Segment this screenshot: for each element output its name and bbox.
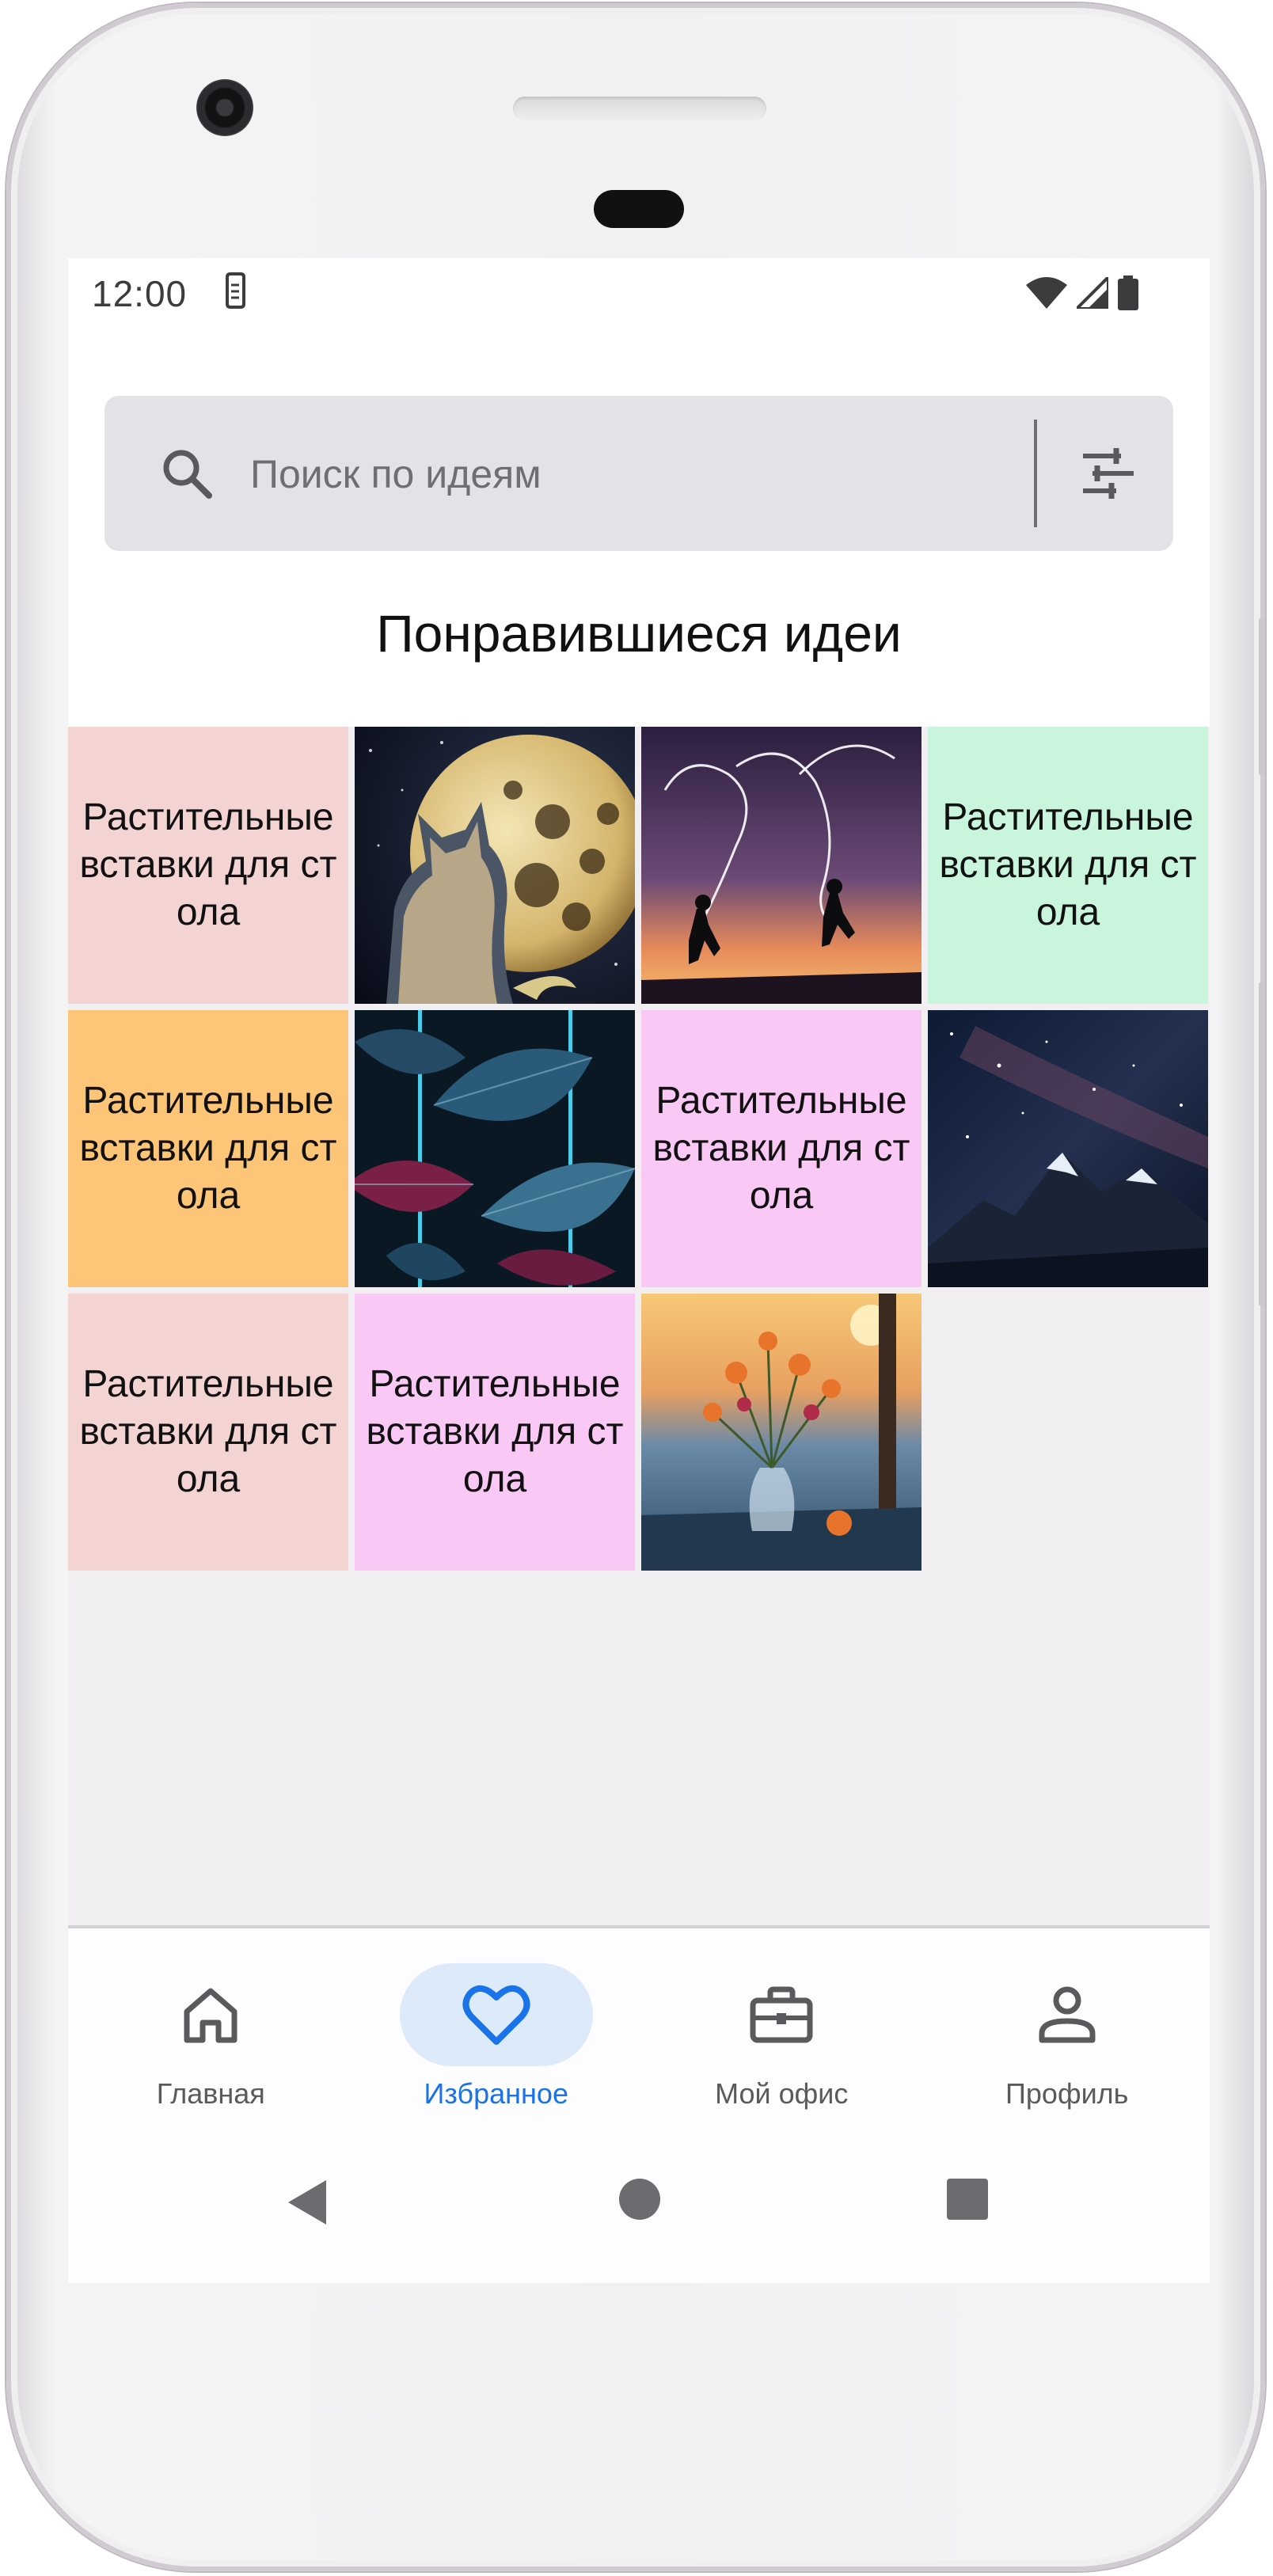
idea-tile-label: Растительные вставки для стола bbox=[79, 1363, 337, 1500]
phone-frame: 12:00 Поиск по идеям Понравившиеся идеи … bbox=[6, 3, 1265, 2571]
idea-tile-image-cat-moon[interactable] bbox=[355, 727, 635, 1004]
nav-item-favorites[interactable]: Избранное bbox=[354, 1928, 640, 2134]
nav-pill-home[interactable] bbox=[114, 1963, 307, 2066]
recents-square-icon[interactable] bbox=[945, 2177, 990, 2221]
idea-tile-text[interactable]: Растительные вставки для стола bbox=[68, 1010, 348, 1287]
idea-tile-image-mountains[interactable] bbox=[928, 1010, 1208, 1287]
couple-heart-image bbox=[641, 727, 922, 1004]
idea-tile-label: Растительные вставки для стола bbox=[366, 1363, 624, 1500]
screen: 12:00 Поиск по идеям Понравившиеся идеи … bbox=[68, 258, 1210, 2283]
favorites-grid: Растительные вставки для стола Раститель… bbox=[68, 727, 1208, 1571]
idea-tile-label: Растительные вставки для стола bbox=[939, 796, 1197, 933]
nav-label-profile: Профиль bbox=[1005, 2077, 1129, 2110]
briefcase-icon bbox=[750, 1986, 813, 2043]
idea-tile-image-neon-leaves[interactable] bbox=[355, 1010, 635, 1287]
favorites-grid-area: Растительные вставки для стола Раститель… bbox=[68, 727, 1210, 1925]
idea-tile-text[interactable]: Растительные вставки для стола bbox=[928, 727, 1208, 1004]
search-divider bbox=[1034, 420, 1037, 527]
nav-label-my-office: Мой офис bbox=[715, 2077, 849, 2110]
search-icon[interactable] bbox=[158, 445, 215, 502]
idea-tile-label: Растительные вставки для стола bbox=[79, 796, 337, 933]
idea-tile-label: Растительные вставки для стола bbox=[79, 1080, 337, 1217]
nav-label-home: Главная bbox=[156, 2077, 265, 2110]
bottom-navigation: Главная Избранное Мой офис Профиль bbox=[68, 1928, 1210, 2134]
idea-tile-image-couple-heart[interactable] bbox=[641, 727, 922, 1004]
nav-item-profile[interactable]: Профиль bbox=[925, 1928, 1210, 2134]
cat-moon-image bbox=[355, 727, 635, 1004]
nav-item-home[interactable]: Главная bbox=[68, 1928, 354, 2134]
page-title: Понравившиеся идеи bbox=[376, 604, 902, 663]
front-camera bbox=[196, 79, 253, 136]
mountains-starry-sky-image bbox=[928, 1010, 1208, 1287]
status-time: 12:00 bbox=[92, 273, 188, 314]
sim-icon bbox=[226, 272, 245, 309]
back-triangle-icon[interactable] bbox=[285, 2177, 332, 2228]
power-button bbox=[1259, 617, 1265, 776]
heart-icon bbox=[462, 1985, 530, 2045]
flowers-vase-image bbox=[641, 1294, 922, 1571]
tune-filter-icon[interactable] bbox=[1080, 445, 1137, 502]
cellular-signal-icon bbox=[1077, 277, 1108, 309]
nav-pill-favorites[interactable] bbox=[399, 1963, 593, 2066]
volume-button bbox=[1259, 982, 1265, 1306]
search-input[interactable] bbox=[249, 427, 1004, 521]
idea-tile-image-flowers[interactable] bbox=[641, 1294, 922, 1571]
nav-pill-my-office[interactable] bbox=[685, 1963, 878, 2066]
nav-item-my-office[interactable]: Мой офис bbox=[639, 1928, 925, 2134]
proximity-sensor bbox=[594, 190, 684, 228]
neon-leaves-image bbox=[355, 1010, 635, 1287]
person-icon bbox=[1039, 1986, 1096, 2043]
status-icons bbox=[1026, 275, 1138, 310]
status-bar: 12:00 bbox=[68, 258, 1210, 329]
idea-tile-text[interactable]: Растительные вставки для стола bbox=[641, 1010, 922, 1287]
home-circle-icon[interactable] bbox=[618, 2177, 662, 2221]
home-icon bbox=[184, 1988, 238, 2043]
wifi-icon bbox=[1026, 277, 1067, 309]
nav-label-favorites: Избранное bbox=[424, 2077, 568, 2110]
earpiece-speaker bbox=[513, 97, 766, 120]
idea-tile-text[interactable]: Растительные вставки для стола bbox=[355, 1294, 635, 1571]
battery-icon bbox=[1118, 275, 1138, 310]
search-bar[interactable] bbox=[104, 396, 1173, 551]
idea-tile-text[interactable]: Растительные вставки для стола bbox=[68, 1294, 348, 1571]
system-navigation-bar bbox=[68, 2134, 1210, 2283]
idea-tile-text[interactable]: Растительные вставки для стола bbox=[68, 727, 348, 1004]
nav-pill-profile[interactable] bbox=[971, 1963, 1164, 2066]
idea-tile-label: Растительные вставки для стола bbox=[652, 1080, 910, 1217]
